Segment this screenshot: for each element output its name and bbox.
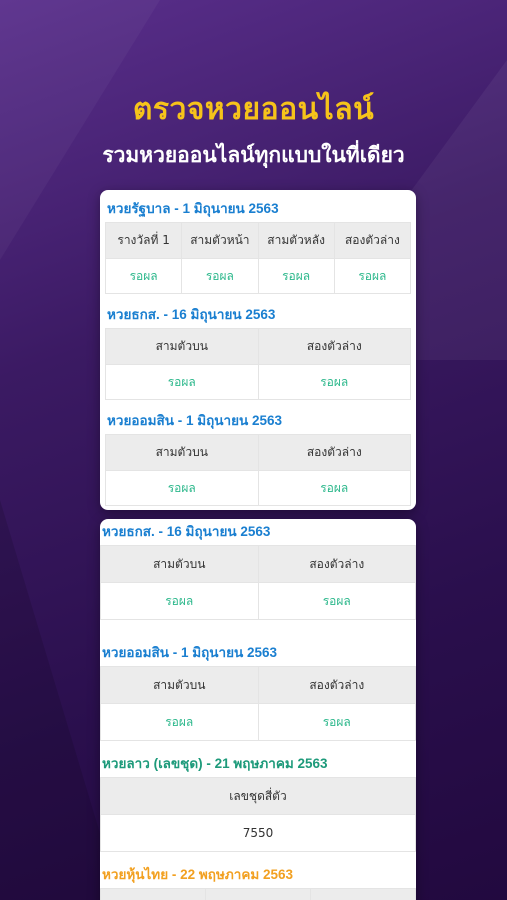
hero-title: ตรวจหวยออนไลน์: [132, 92, 375, 127]
table-header: เลขชุดสี่ตัว: [100, 777, 416, 815]
result-cell: รอผล: [257, 470, 411, 506]
table-header: สองตัวล่าง: [257, 434, 411, 471]
result-cell: รอผล: [104, 258, 183, 294]
results-table-government: รางวัลที่ 1 สามตัวหน้า สามตัวหลัง สองตัว…: [104, 222, 412, 294]
results-table-thai-stock: รอบ สามตัวบน สองตัวล่าง: [100, 888, 416, 900]
section-title-gsb: หวยออมสิน - 1 มิถุนายน 2563: [102, 645, 278, 660]
table-header: สามตัวบน: [100, 545, 259, 583]
table-header: สามตัวบน: [105, 434, 259, 471]
table-header: สามตัวบน: [205, 888, 311, 900]
result-cell: รอผล: [257, 703, 416, 741]
table-header: สองตัวล่าง: [333, 222, 412, 259]
table-header: สองตัวล่าง: [257, 328, 411, 365]
lottery-card-2: หวยธกส. - 16 มิถุนายน 2563 สามตัวบน สองต…: [100, 519, 416, 900]
table-header: รอบ: [100, 888, 206, 900]
results-table-gsb: สามตัวบน สองตัวล่าง รอผล รอผล: [100, 666, 416, 741]
result-cell: รอผล: [257, 364, 411, 400]
result-cell: รอผล: [181, 258, 259, 294]
result-cell: รอผล: [100, 582, 259, 620]
section-title-government: หวยรัฐบาล - 1 มิถุนายน 2563: [107, 201, 279, 216]
table-header: สามตัวบน: [105, 328, 259, 365]
table-header: สามตัวบน: [100, 666, 259, 704]
result-cell: รอผล: [105, 364, 259, 400]
table-header: สองตัวล่าง: [257, 545, 416, 583]
result-cell: รอผล: [100, 703, 259, 741]
section-title-thai-stock: หวยหุ้นไทย - 22 พฤษภาคม 2563: [102, 867, 294, 882]
section-title-baac: หวยธกส. - 16 มิถุนายน 2563: [107, 307, 276, 322]
result-cell: รอผล: [257, 258, 335, 294]
table-header: สองตัวล่าง: [257, 666, 416, 704]
result-cell: 7550: [100, 814, 416, 852]
hero-subtitle: รวมหวยออนไลน์ทุกแบบในที่เดียว: [102, 143, 405, 167]
hero-header: ตรวจหวยออนไลน์ รวมหวยออนไลน์ทุกแบบในที่เ…: [0, 86, 507, 172]
table-header: รางวัลที่ 1: [104, 222, 183, 259]
table-header: สองตัวล่าง: [310, 888, 416, 900]
lottery-card-1: หวยรัฐบาล - 1 มิถุนายน 2563 รางวัลที่ 1 …: [100, 190, 416, 510]
table-header: สามตัวหลัง: [257, 222, 335, 259]
results-table-laos: เลขชุดสี่ตัว 7550: [100, 777, 416, 852]
table-header: สามตัวหน้า: [181, 222, 259, 259]
section-title-gsb: หวยออมสิน - 1 มิถุนายน 2563: [107, 413, 283, 428]
result-cell: รอผล: [257, 582, 416, 620]
results-table-gsb: สามตัวบน สองตัวล่าง รอผล รอผล: [105, 434, 411, 506]
results-table-baac: สามตัวบน สองตัวล่าง รอผล รอผล: [100, 545, 416, 620]
result-cell: รอผล: [333, 258, 412, 294]
section-title-baac: หวยธกส. - 16 มิถุนายน 2563: [102, 524, 271, 539]
results-table-baac: สามตัวบน สองตัวล่าง รอผล รอผล: [105, 328, 411, 400]
section-title-laos: หวยลาว (เลขชุด) - 21 พฤษภาคม 2563: [102, 756, 328, 771]
result-cell: รอผล: [105, 470, 259, 506]
